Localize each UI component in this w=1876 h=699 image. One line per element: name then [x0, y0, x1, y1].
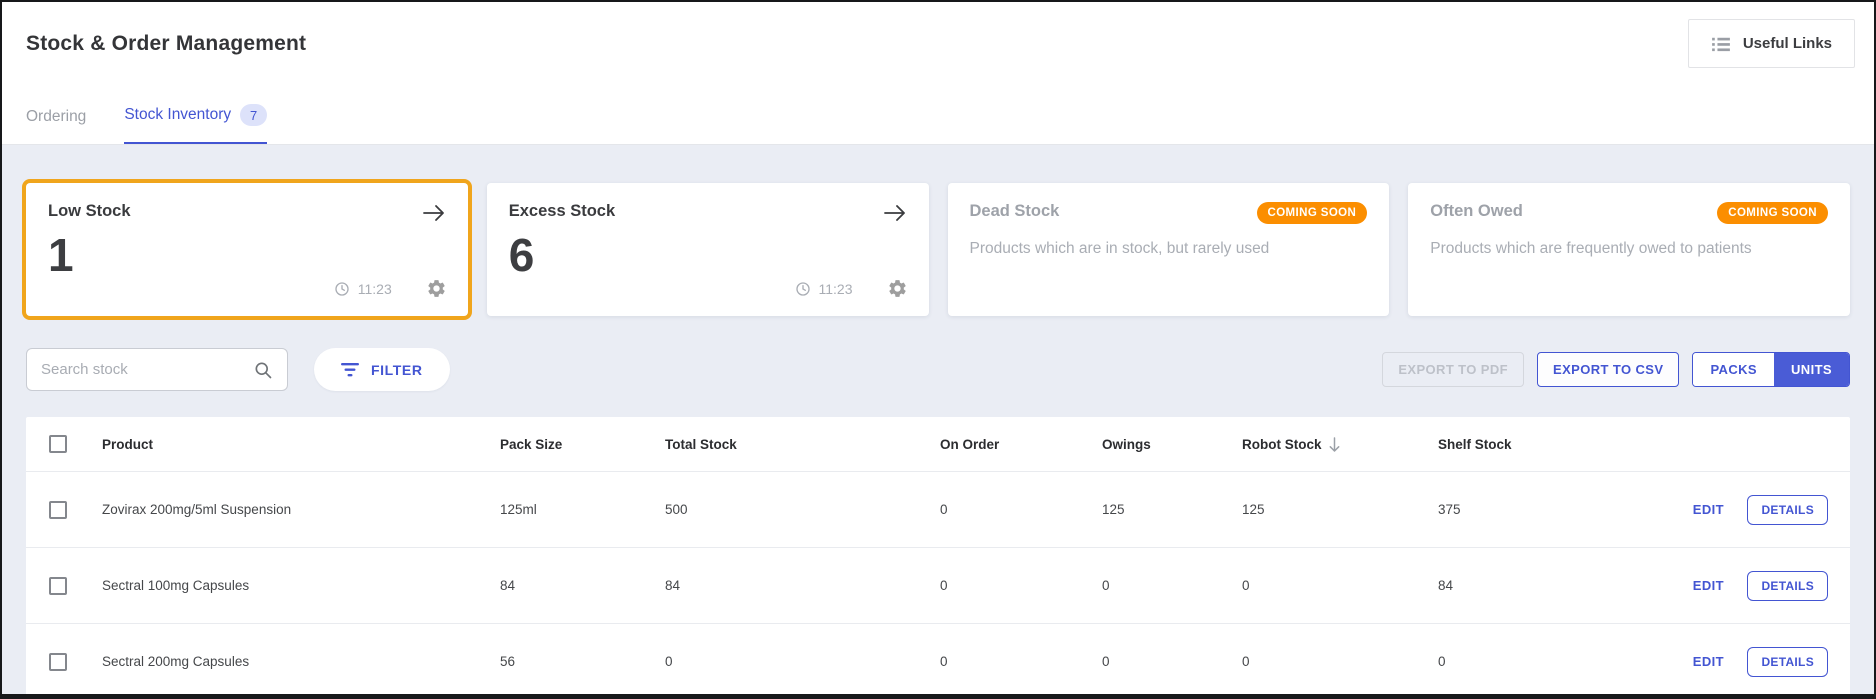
cell-shelf-stock: 84: [1438, 578, 1654, 593]
card-low-stock-title: Low Stock: [48, 202, 131, 221]
cell-pack-size: 125ml: [500, 502, 665, 517]
column-header-shelf-stock[interactable]: Shelf Stock: [1438, 437, 1654, 452]
summary-cards: Low Stock 1 11:23: [26, 183, 1850, 316]
cell-total-stock: 84: [665, 578, 940, 593]
filter-lines-icon: [341, 363, 359, 377]
card-dead-stock-description: Products which are in stock, but rarely …: [970, 240, 1368, 258]
cell-total-stock: 0: [665, 654, 940, 669]
column-header-robot-stock[interactable]: Robot Stock: [1242, 437, 1438, 452]
search-icon[interactable]: [253, 360, 273, 380]
gear-icon[interactable]: [887, 278, 908, 299]
column-header-product[interactable]: Product: [90, 437, 500, 452]
search-input[interactable]: [41, 361, 253, 378]
card-excess-stock-title: Excess Stock: [509, 202, 615, 221]
edit-link[interactable]: EDIT: [1693, 578, 1724, 593]
card-dead-stock: Dead Stock COMING SOON Products which ar…: [948, 183, 1390, 316]
edit-link[interactable]: EDIT: [1693, 654, 1724, 669]
table-toolbar: FILTER EXPORT TO PDF EXPORT TO CSV PACKS…: [26, 348, 1850, 391]
arrow-right-icon[interactable]: [883, 204, 907, 222]
units-toggle-option[interactable]: UNITS: [1774, 353, 1849, 386]
table-header-row: Product Pack Size Total Stock On Order O…: [26, 417, 1850, 471]
column-header-on-order[interactable]: On Order: [940, 437, 1102, 452]
cell-shelf-stock: 0: [1438, 654, 1654, 669]
content-section: Low Stock 1 11:23: [2, 145, 1874, 694]
cell-total-stock: 500: [665, 502, 940, 517]
cell-pack-size: 56: [500, 654, 665, 669]
details-button[interactable]: DETAILS: [1747, 571, 1828, 601]
gear-icon[interactable]: [426, 278, 447, 299]
column-header-owings[interactable]: Owings: [1102, 437, 1242, 452]
tab-ordering-label: Ordering: [26, 108, 86, 126]
search-box: [26, 348, 288, 391]
cell-on-order: 0: [940, 654, 1102, 669]
cell-robot-stock: 125: [1242, 502, 1438, 517]
cell-product: Zovirax 200mg/5ml Suspension: [90, 502, 500, 517]
card-low-stock[interactable]: Low Stock 1 11:23: [26, 183, 468, 316]
select-all-checkbox[interactable]: [49, 435, 67, 453]
card-excess-stock-value: 6: [509, 232, 907, 278]
cell-robot-stock: 0: [1242, 654, 1438, 669]
card-excess-stock[interactable]: Excess Stock 6 11:23: [487, 183, 929, 316]
tab-bar: Ordering Stock Inventory 7: [26, 104, 267, 144]
table-row: Zovirax 200mg/5ml Suspension 125ml 500 0…: [26, 471, 1850, 547]
tab-count-badge: 7: [240, 104, 267, 126]
export-to-pdf-button[interactable]: EXPORT TO PDF: [1382, 352, 1524, 387]
card-low-stock-time: 11:23: [358, 281, 392, 297]
arrow-right-icon[interactable]: [422, 204, 446, 222]
edit-link[interactable]: EDIT: [1693, 502, 1724, 517]
row-checkbox[interactable]: [49, 501, 67, 519]
card-often-owed-title: Often Owed: [1430, 202, 1523, 221]
cell-owings: 125: [1102, 502, 1242, 517]
tab-stock-inventory[interactable]: Stock Inventory 7: [124, 104, 267, 144]
cell-product: Sectral 100mg Capsules: [90, 578, 500, 593]
card-often-owed: Often Owed COMING SOON Products which ar…: [1408, 183, 1850, 316]
cell-robot-stock: 0: [1242, 578, 1438, 593]
card-often-owed-description: Products which are frequently owed to pa…: [1430, 240, 1828, 258]
export-to-csv-button[interactable]: EXPORT TO CSV: [1537, 352, 1679, 387]
cell-on-order: 0: [940, 578, 1102, 593]
packs-toggle-option[interactable]: PACKS: [1693, 353, 1774, 386]
table-row: Sectral 100mg Capsules 84 84 0 0 0 84 ED…: [26, 547, 1850, 623]
filter-button[interactable]: FILTER: [314, 348, 450, 391]
cell-shelf-stock: 375: [1438, 502, 1654, 517]
clock-icon: [795, 281, 811, 297]
stock-table: Product Pack Size Total Stock On Order O…: [26, 417, 1850, 694]
stock-order-management-page: Stock & Order Management Useful Links Or…: [0, 0, 1876, 699]
cell-product: Sectral 200mg Capsules: [90, 654, 500, 669]
arrow-down-icon: [1328, 437, 1341, 452]
tab-ordering[interactable]: Ordering: [26, 108, 86, 144]
card-excess-stock-time: 11:23: [819, 281, 853, 297]
cell-owings: 0: [1102, 578, 1242, 593]
row-checkbox[interactable]: [49, 653, 67, 671]
clock-icon: [334, 281, 350, 297]
list-icon: [1711, 36, 1731, 52]
card-dead-stock-title: Dead Stock: [970, 202, 1060, 221]
column-header-pack-size[interactable]: Pack Size: [500, 437, 665, 452]
cell-pack-size: 84: [500, 578, 665, 593]
coming-soon-badge: COMING SOON: [1257, 202, 1368, 224]
table-row: Sectral 200mg Capsules 56 0 0 0 0 0 EDIT…: [26, 623, 1850, 694]
toolbar-right-group: EXPORT TO PDF EXPORT TO CSV PACKS UNITS: [1382, 352, 1850, 387]
page-header: Stock & Order Management Useful Links Or…: [2, 2, 1874, 145]
useful-links-label: Useful Links: [1743, 35, 1832, 52]
details-button[interactable]: DETAILS: [1747, 647, 1828, 677]
row-checkbox[interactable]: [49, 577, 67, 595]
card-low-stock-value: 1: [48, 232, 446, 278]
coming-soon-badge: COMING SOON: [1717, 202, 1828, 224]
cell-on-order: 0: [940, 502, 1102, 517]
useful-links-button[interactable]: Useful Links: [1688, 19, 1855, 68]
filter-label: FILTER: [371, 362, 423, 378]
column-header-total-stock[interactable]: Total Stock: [665, 437, 940, 452]
page-title: Stock & Order Management: [26, 2, 1850, 56]
tab-stock-inventory-label: Stock Inventory: [124, 106, 231, 124]
details-button[interactable]: DETAILS: [1747, 495, 1828, 525]
robot-stock-label: Robot Stock: [1242, 437, 1322, 452]
cell-owings: 0: [1102, 654, 1242, 669]
packs-units-toggle: PACKS UNITS: [1692, 352, 1850, 387]
